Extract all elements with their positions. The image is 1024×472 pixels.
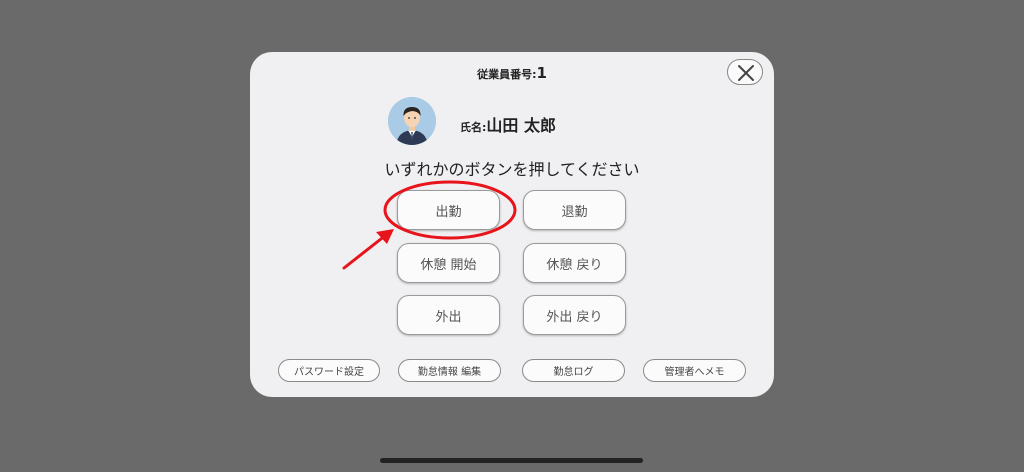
edit-attendance-button[interactable]: 勤怠情報 編集 bbox=[398, 359, 501, 382]
home-indicator[interactable] bbox=[380, 458, 643, 463]
attendance-dialog: 従業員番号:1 氏名:山田 太郎 いずれかのボタンを押してください 出勤 退勤 … bbox=[250, 52, 774, 397]
avatar bbox=[388, 97, 436, 145]
name-label: 氏名: bbox=[460, 121, 487, 134]
employee-number-value: 1 bbox=[536, 64, 547, 82]
clock-in-button[interactable]: 出勤 bbox=[397, 190, 500, 230]
employee-name: 山田 太郎 bbox=[486, 116, 556, 135]
employee-number-label: 従業員番号: bbox=[477, 68, 537, 81]
memo-to-admin-button[interactable]: 管理者へメモ bbox=[643, 359, 746, 382]
attendance-log-button[interactable]: 勤怠ログ bbox=[522, 359, 625, 382]
employee-number: 従業員番号:1 bbox=[250, 64, 774, 82]
clock-out-button[interactable]: 退勤 bbox=[523, 190, 626, 230]
instruction-text: いずれかのボタンを押してください bbox=[384, 160, 640, 179]
employee-name-row: 氏名:山田 太郎 bbox=[460, 112, 556, 136]
close-button[interactable] bbox=[727, 59, 763, 85]
person-avatar-icon bbox=[388, 97, 436, 145]
go-out-button[interactable]: 外出 bbox=[397, 295, 500, 335]
break-end-button[interactable]: 休憩 戻り bbox=[523, 243, 626, 283]
close-icon bbox=[738, 65, 754, 81]
password-settings-button[interactable]: パスワード設定 bbox=[278, 359, 380, 382]
break-start-button[interactable]: 休憩 開始 bbox=[397, 243, 500, 283]
return-from-out-button[interactable]: 外出 戻り bbox=[523, 295, 626, 335]
